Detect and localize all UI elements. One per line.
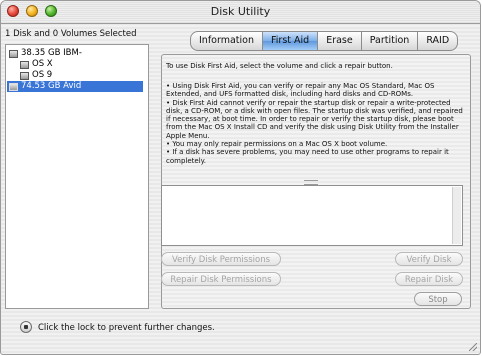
disk-item-label: 38.35 GB IBM-	[21, 48, 82, 58]
lock-message: Click the lock to prevent further change…	[38, 323, 215, 333]
verify-disk-permissions-button[interactable]: Verify Disk Permissions	[161, 252, 281, 266]
verify-disk-button[interactable]: Verify Disk	[395, 252, 463, 266]
results-log[interactable]	[161, 185, 463, 246]
volume-item-label: OS X	[32, 59, 53, 69]
lock-icon[interactable]	[20, 321, 32, 333]
disk-item[interactable]: 38.35 GB IBM-	[9, 48, 82, 59]
disk-utility-window: Disk Utility 1 Disk and 0 Volumes Select…	[0, 0, 481, 355]
selection-summary: 1 Disk and 0 Volumes Selected	[5, 29, 137, 39]
resize-grip-icon[interactable]	[469, 343, 477, 351]
results-log-scrollbar[interactable]	[452, 187, 461, 244]
tab-information[interactable]: Information	[190, 31, 263, 51]
volume-item[interactable]: OS X	[20, 59, 53, 70]
volume-item-label: OS 9	[32, 70, 53, 80]
first-aid-instructions: To use Disk First Aid, select the volume…	[166, 62, 393, 70]
repair-disk-button[interactable]: Repair Disk	[395, 272, 463, 286]
volume-icon	[20, 60, 29, 69]
tab-partition[interactable]: Partition	[361, 31, 419, 51]
disk-item-selected[interactable]: 74.53 GB Avid	[7, 81, 143, 92]
volume-icon	[20, 71, 29, 80]
disk-source-list[interactable]: 38.35 GB IBM- OS X OS 9 74.53 GB Avid	[5, 44, 149, 309]
repair-disk-permissions-button[interactable]: Repair Disk Permissions	[161, 272, 281, 286]
volume-item[interactable]: OS 9	[20, 70, 52, 81]
tab-erase[interactable]: Erase	[318, 31, 362, 51]
title-bar[interactable]: Disk Utility	[1, 1, 480, 24]
first-aid-notes: • Using Disk First Aid, you can verify o…	[166, 82, 466, 165]
tab-first-aid[interactable]: First Aid	[263, 31, 319, 51]
note-bullet: • If a disk has severe problems, you may…	[166, 148, 449, 165]
tab-raid[interactable]: RAID	[418, 31, 459, 51]
window-title: Disk Utility	[210, 5, 271, 18]
tab-bar: Information First Aid Erase Partition RA…	[190, 31, 459, 51]
note-bullet: • Using Disk First Aid, you can verify o…	[166, 82, 435, 99]
note-bullet: • Disk First Aid cannot verify or repair…	[166, 98, 463, 140]
hard-disk-icon	[9, 82, 18, 91]
stop-button[interactable]: Stop	[414, 292, 462, 306]
hard-disk-icon	[9, 49, 18, 58]
note-bullet: • You may only repair permissions on a M…	[166, 140, 388, 149]
disk-item-label: 74.53 GB Avid	[21, 81, 82, 91]
